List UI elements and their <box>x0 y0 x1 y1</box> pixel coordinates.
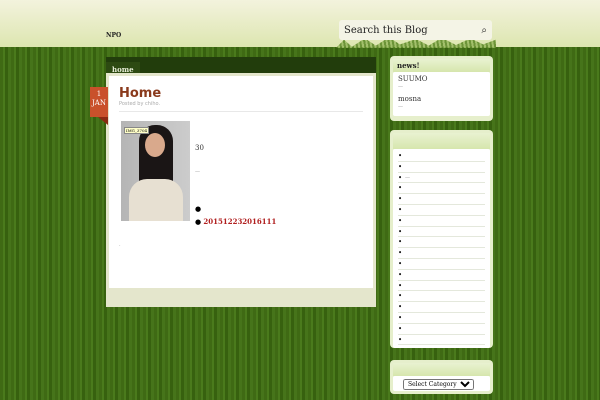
widget-title <box>393 363 490 376</box>
post-meta: Posted by chiho. <box>119 101 363 112</box>
list-item[interactable] <box>398 324 485 335</box>
list-item[interactable] <box>398 205 485 216</box>
list-item[interactable] <box>398 227 485 238</box>
category-select[interactable]: Select Category <box>403 379 474 390</box>
list-item[interactable]: — <box>398 173 485 184</box>
post-link[interactable]: 201512232016111 <box>203 217 276 226</box>
header-bar <box>0 0 600 47</box>
post-title[interactable]: Home <box>119 86 363 101</box>
search-input[interactable]: Search this Blog <box>344 25 481 36</box>
list-item[interactable] <box>398 151 485 162</box>
post-dash: — <box>195 169 200 175</box>
widget-title: news! <box>393 59 490 72</box>
widget-title <box>393 133 490 149</box>
list-item[interactable] <box>398 259 485 270</box>
list-item[interactable] <box>398 270 485 281</box>
post-text: 30 <box>195 144 204 152</box>
list-item[interactable] <box>398 335 485 346</box>
news-sub: — <box>398 104 403 110</box>
list-item[interactable] <box>398 281 485 292</box>
list-widget: — <box>390 130 493 349</box>
post-container: Home Posted by chiho. IMG_3704 30 — ● ● … <box>106 73 376 307</box>
date-badge: 1 JAN <box>90 87 108 125</box>
list-item[interactable] <box>398 291 485 303</box>
bullet-item: ● <box>195 205 202 213</box>
category-widget: Select Category <box>390 360 493 394</box>
search-box[interactable]: Search this Blog ⌕ <box>339 20 492 40</box>
list-item[interactable] <box>398 216 485 227</box>
list-item[interactable] <box>398 237 485 249</box>
list-item[interactable] <box>398 183 485 195</box>
news-item[interactable]: SUUMO <box>398 75 485 83</box>
link-list: — <box>398 151 485 346</box>
main-nav: home <box>106 57 376 78</box>
news-item[interactable]: mosna <box>398 95 485 103</box>
list-item[interactable] <box>398 313 485 324</box>
news-sub: — <box>398 84 403 90</box>
image-tag: IMG_3704 <box>124 127 150 134</box>
list-item[interactable] <box>398 162 485 173</box>
post-trailing: . <box>119 242 121 248</box>
list-item[interactable] <box>398 194 485 205</box>
search-icon[interactable]: ⌕ <box>481 25 487 36</box>
list-item[interactable] <box>398 248 485 259</box>
list-item[interactable] <box>398 302 485 313</box>
date-day: 1 <box>96 90 102 98</box>
post-image[interactable]: IMG_3704 <box>121 121 190 221</box>
bullet-item-link: ● 201512232016111 <box>195 217 277 226</box>
site-logo[interactable]: NPO <box>106 32 121 39</box>
date-month: JAN <box>92 99 106 107</box>
news-widget: news! SUUMO — mosna — <box>390 56 493 121</box>
